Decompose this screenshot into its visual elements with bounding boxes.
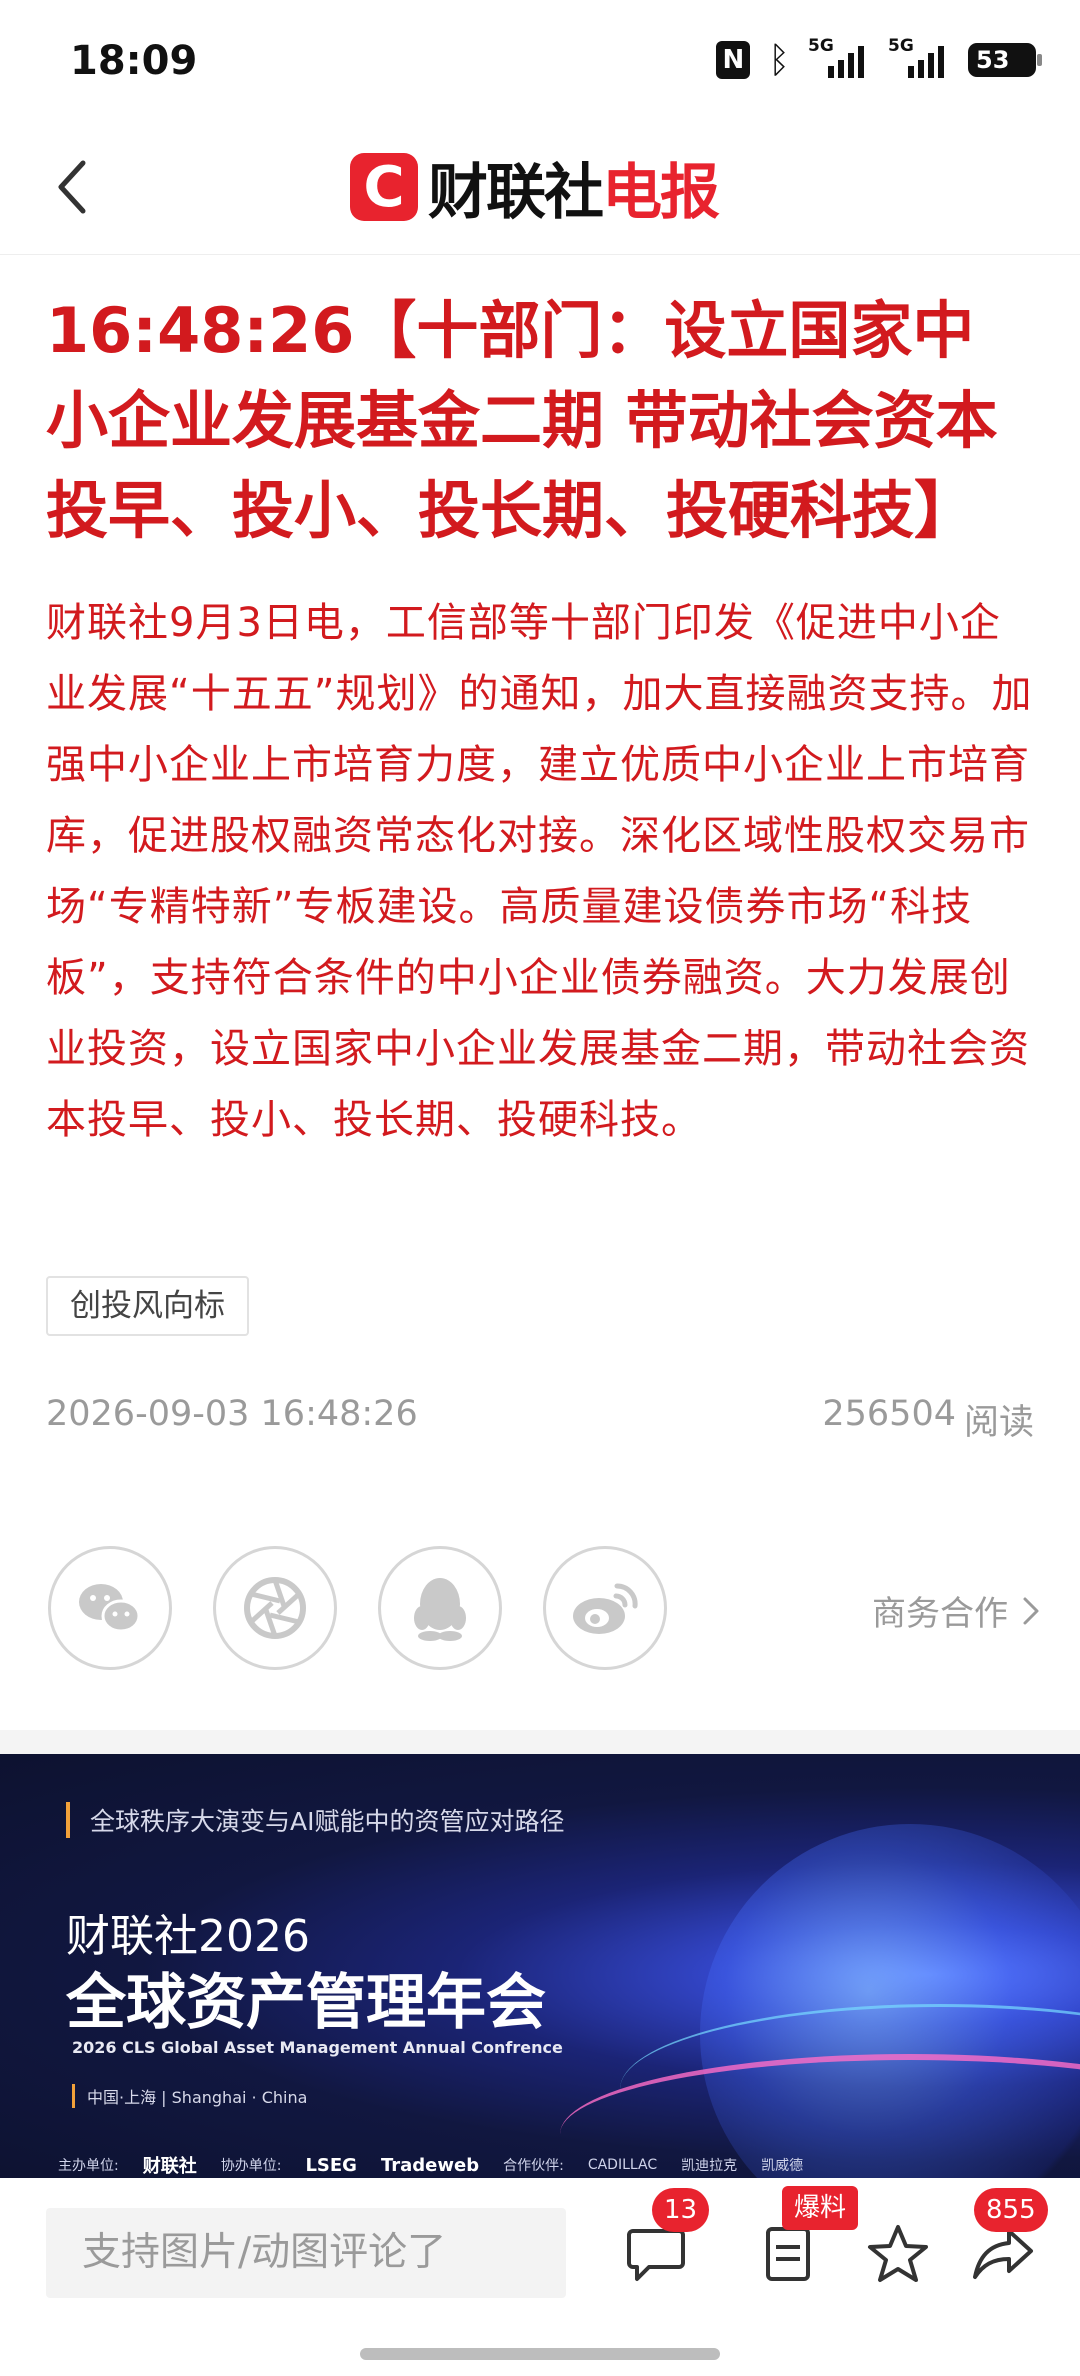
publish-datetime: 2026-09-03 16:48:26 — [46, 1394, 418, 1434]
share-arrow-icon — [973, 2229, 1033, 2279]
chevron-left-icon — [58, 160, 86, 214]
comment-count-badge: 13 — [652, 2188, 710, 2232]
partner-1: CADILLAC — [587, 2157, 658, 2173]
battery-icon: 53 — [968, 43, 1042, 77]
comment-input[interactable]: 支持图片/动图评论了 — [46, 2208, 566, 2298]
network-type-2: 5G — [888, 36, 914, 56]
weibo-icon — [573, 1583, 638, 1634]
brand-logo-mark: C — [350, 153, 418, 221]
co-organizer-label: 协办单位: — [220, 2158, 282, 2174]
brand-name: 财联社电报 — [428, 144, 720, 231]
status-time: 18:09 — [70, 38, 198, 84]
bottom-action-bar: 支持图片/动图评论了 13 爆料 855 — [0, 2178, 1080, 2376]
article-body: 财联社9月3日电，工信部等十部门印发《促进中小企业发展“十五五”规划》的通知，加… — [46, 600, 1033, 1143]
share-weibo-button[interactable] — [543, 1546, 667, 1670]
nav-bar: C 财联社电报 — [0, 120, 1080, 255]
banner-tagline: 全球秩序大演变与AI赋能中的资管应对路径 — [66, 1802, 564, 1838]
host-label: 主办单位: — [58, 2158, 119, 2174]
comment-bubble-icon — [627, 2229, 685, 2281]
banner-title-line2: 全球资产管理年会 — [66, 1968, 546, 2038]
banner-sponsors: 主办单位: 财联社 协办单位: LSEG Tradeweb 合作伙伴: CADI… — [58, 2152, 803, 2178]
read-count: 256504 阅读 — [822, 1394, 1034, 1445]
share-qq-button[interactable] — [378, 1546, 502, 1670]
co-organizer-2: Tradeweb — [380, 2154, 480, 2176]
business-cooperation-label: 商务合作 — [872, 1594, 1008, 1634]
conference-banner-ad[interactable]: 全球秩序大演变与AI赋能中的资管应对路径 财联社2026 全球资产管理年会 20… — [0, 1754, 1080, 2178]
favorite-button[interactable] — [862, 2218, 934, 2290]
banner-subtitle-en: 2026 CLS Global Asset Management Annual … — [72, 2038, 563, 2057]
brand-name-accent: 电报 — [602, 157, 720, 228]
bluetooth-icon: ᛒ — [768, 39, 790, 81]
share-wechat-button[interactable] — [48, 1546, 172, 1670]
brand-name-primary: 财联社 — [428, 157, 604, 228]
topic-tag[interactable]: 创投风向标 — [46, 1276, 249, 1336]
signal-icon-2: 5G — [888, 36, 950, 80]
read-count-value: 256504 — [822, 1394, 956, 1434]
nfc-icon: N — [716, 41, 751, 79]
back-button[interactable] — [38, 152, 108, 222]
chevron-right-icon — [1023, 1597, 1039, 1624]
partner-label: 合作伙伴: — [503, 2158, 564, 2174]
co-organizer-1: LSEG — [305, 2154, 357, 2176]
document-icon — [766, 2227, 810, 2281]
signal-icon-1: 5G — [808, 36, 870, 80]
network-type-1: 5G — [808, 36, 834, 56]
status-icons: N ᛒ 5G 5G 53 — [716, 36, 1042, 81]
home-indicator[interactable] — [360, 2348, 720, 2360]
section-divider — [0, 1730, 1080, 1754]
star-icon — [868, 2225, 928, 2282]
host-name: 财联社 — [142, 2156, 197, 2177]
share-moments-button[interactable] — [213, 1546, 337, 1670]
moments-shutter-icon — [244, 1577, 306, 1639]
read-count-label: 阅读 — [963, 1403, 1034, 1443]
qq-penguin-icon — [414, 1578, 466, 1641]
wechat-icon — [79, 1584, 141, 1633]
status-bar: 18:09 N ᛒ 5G 5G 53 — [0, 0, 1080, 120]
battery-level: 53 — [976, 46, 1010, 74]
business-cooperation-link[interactable]: 商务合作 — [872, 1586, 1040, 1635]
banner-location: 中国·上海 | Shanghai · China — [72, 2084, 307, 2108]
share-count-badge: 855 — [974, 2188, 1048, 2232]
partner-2: 凯迪拉克 — [681, 2158, 738, 2174]
partner-3: 凯威德 — [761, 2158, 804, 2174]
article-headline: 16:48:26【十部门：设立国家中小企业发展基金二期 带动社会资本投早、投小、… — [46, 294, 998, 547]
brand-logo: C 财联社电报 — [350, 148, 720, 228]
tip-badge: 爆料 — [782, 2186, 859, 2230]
